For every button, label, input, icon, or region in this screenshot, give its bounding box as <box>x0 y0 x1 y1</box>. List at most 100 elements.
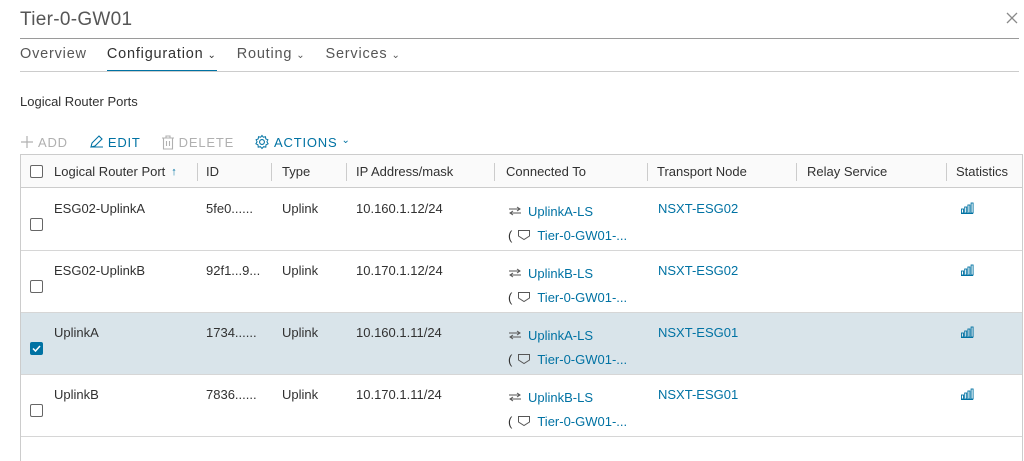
router-link[interactable]: Tier-0-GW01-... <box>537 414 627 429</box>
connected-switch: UplinkB-LS <box>508 388 627 406</box>
column-separator[interactable] <box>647 163 648 181</box>
switch-link[interactable]: UplinkB-LS <box>528 390 593 405</box>
tab-label: Configuration <box>106 46 204 62</box>
pencil-icon <box>90 135 103 148</box>
switch-link[interactable]: UplinkA-LS <box>528 204 593 219</box>
gear-icon <box>255 134 269 150</box>
router-link[interactable]: Tier-0-GW01-... <box>537 290 627 305</box>
column-header-statistics[interactable]: Statistics <box>956 155 1008 188</box>
transport-node-link[interactable]: NSXT-ESG01 <box>658 325 738 340</box>
title-divider <box>20 38 1019 39</box>
port-type: Uplink <box>282 387 319 402</box>
port-name: UplinkB <box>54 387 99 402</box>
tab-configuration[interactable]: Configuration ⌄ <box>106 46 217 72</box>
column-label: Transport Node <box>657 164 747 179</box>
column-header-transport-node[interactable]: Transport Node <box>657 155 747 188</box>
switch-arrows-icon <box>509 392 521 402</box>
trash-icon <box>161 134 174 150</box>
table-row[interactable]: ESG02-UplinkB 92f1...9... Uplink 10.170.… <box>21 251 1022 313</box>
column-separator[interactable] <box>796 163 797 181</box>
open-paren: ( <box>508 413 513 429</box>
connected-switch: UplinkA-LS <box>508 326 627 344</box>
tab-routing[interactable]: Routing ⌄ <box>237 46 306 72</box>
toolbar: ADD EDIT DELETE ACTIONS ⌄ <box>20 133 371 151</box>
checkbox-box <box>30 280 43 293</box>
connected-to: UplinkA-LS ( Tier-0-GW01-... <box>508 202 627 244</box>
add-button[interactable]: ADD <box>20 135 68 150</box>
table-row[interactable]: UplinkA 1734...... Uplink 10.160.1.11/24… <box>21 313 1022 375</box>
tab-overview[interactable]: Overview <box>20 46 87 72</box>
statistics-icon[interactable] <box>960 202 974 214</box>
switch-link[interactable]: UplinkB-LS <box>528 266 593 281</box>
delete-label: DELETE <box>178 134 235 150</box>
connected-router: ( Tier-0-GW01-... <box>508 226 627 244</box>
router-link[interactable]: Tier-0-GW01-... <box>537 228 627 243</box>
select-all-checkbox[interactable] <box>30 155 43 188</box>
connected-router: ( Tier-0-GW01-... <box>508 288 627 306</box>
router-link[interactable]: Tier-0-GW01-... <box>537 352 627 367</box>
router-icon <box>518 354 531 365</box>
column-header-id[interactable]: ID <box>206 155 219 188</box>
open-paren: ( <box>508 289 513 305</box>
transport-node-link[interactable]: NSXT-ESG02 <box>658 263 738 278</box>
row-checkbox[interactable] <box>30 280 43 293</box>
statistics-icon[interactable] <box>960 326 974 338</box>
connected-to: UplinkB-LS ( Tier-0-GW01-... <box>508 264 627 306</box>
column-header-relay[interactable]: Relay Service <box>807 155 887 188</box>
edit-button[interactable]: EDIT <box>88 135 141 150</box>
port-id: 92f1...9... <box>206 263 261 278</box>
connected-router: ( Tier-0-GW01-... <box>508 412 627 430</box>
statistics-icon[interactable] <box>960 264 974 276</box>
tab-label: Services <box>325 46 388 62</box>
row-checkbox[interactable] <box>30 404 43 417</box>
transport-node-link[interactable]: NSXT-ESG02 <box>658 201 738 216</box>
column-label: Type <box>282 164 311 179</box>
connected-switch: UplinkB-LS <box>508 264 627 282</box>
router-ports-table: Logical Router Port ↑ ID Type IP Address… <box>20 154 1023 461</box>
port-name: UplinkA <box>54 325 99 340</box>
column-header-port[interactable]: Logical Router Port ↑ <box>54 155 177 188</box>
table-row[interactable]: ESG02-UplinkA 5fe0...... Uplink 10.160.1… <box>21 189 1022 251</box>
section-title: Logical Router Ports <box>20 94 138 109</box>
column-separator[interactable] <box>494 163 495 181</box>
statistics-icon[interactable] <box>960 388 974 400</box>
chevron-down-icon: ⌄ <box>296 50 306 61</box>
ip-address: 10.160.1.12/24 <box>356 201 443 216</box>
tab-services[interactable]: Services ⌄ <box>325 46 400 72</box>
row-checkbox[interactable] <box>30 342 43 355</box>
ip-address: 10.160.1.11/24 <box>356 325 442 340</box>
open-paren: ( <box>508 351 513 367</box>
delete-button[interactable]: DELETE <box>161 135 234 150</box>
chevron-down-icon: ⌄ <box>207 50 217 61</box>
checkmark-icon <box>32 345 41 353</box>
checkbox-box <box>30 218 43 231</box>
port-id: 7836...... <box>206 387 257 402</box>
checkbox-box <box>30 404 43 417</box>
transport-node-link[interactable]: NSXT-ESG01 <box>658 387 738 402</box>
connected-to: UplinkB-LS ( Tier-0-GW01-... <box>508 388 627 430</box>
sort-ascending-icon: ↑ <box>171 165 177 178</box>
router-icon <box>518 230 531 241</box>
switch-link[interactable]: UplinkA-LS <box>528 328 593 343</box>
window-title: Tier-0-GW01 <box>20 9 133 30</box>
column-separator[interactable] <box>346 163 347 181</box>
edit-label: EDIT <box>107 134 141 150</box>
column-separator[interactable] <box>197 163 198 181</box>
column-header-ip[interactable]: IP Address/mask <box>356 155 453 188</box>
column-header-connected[interactable]: Connected To <box>506 155 586 188</box>
table-row[interactable]: UplinkB 7836...... Uplink 10.170.1.11/24… <box>21 375 1022 437</box>
ip-address: 10.170.1.11/24 <box>356 387 442 402</box>
port-type: Uplink <box>282 263 319 278</box>
checkbox-box <box>30 342 43 355</box>
connected-router: ( Tier-0-GW01-... <box>508 350 627 368</box>
port-type: Uplink <box>282 201 319 216</box>
tab-label: Overview <box>20 46 87 62</box>
close-icon[interactable] <box>1005 11 1019 25</box>
column-separator[interactable] <box>946 163 947 181</box>
chevron-down-icon: ⌄ <box>391 50 401 61</box>
column-header-type[interactable]: Type <box>282 155 310 188</box>
table-header: Logical Router Port ↑ ID Type IP Address… <box>21 155 1022 188</box>
row-checkbox[interactable] <box>30 218 43 231</box>
column-separator[interactable] <box>271 163 272 181</box>
actions-button[interactable]: ACTIONS ⌄ <box>254 134 351 150</box>
